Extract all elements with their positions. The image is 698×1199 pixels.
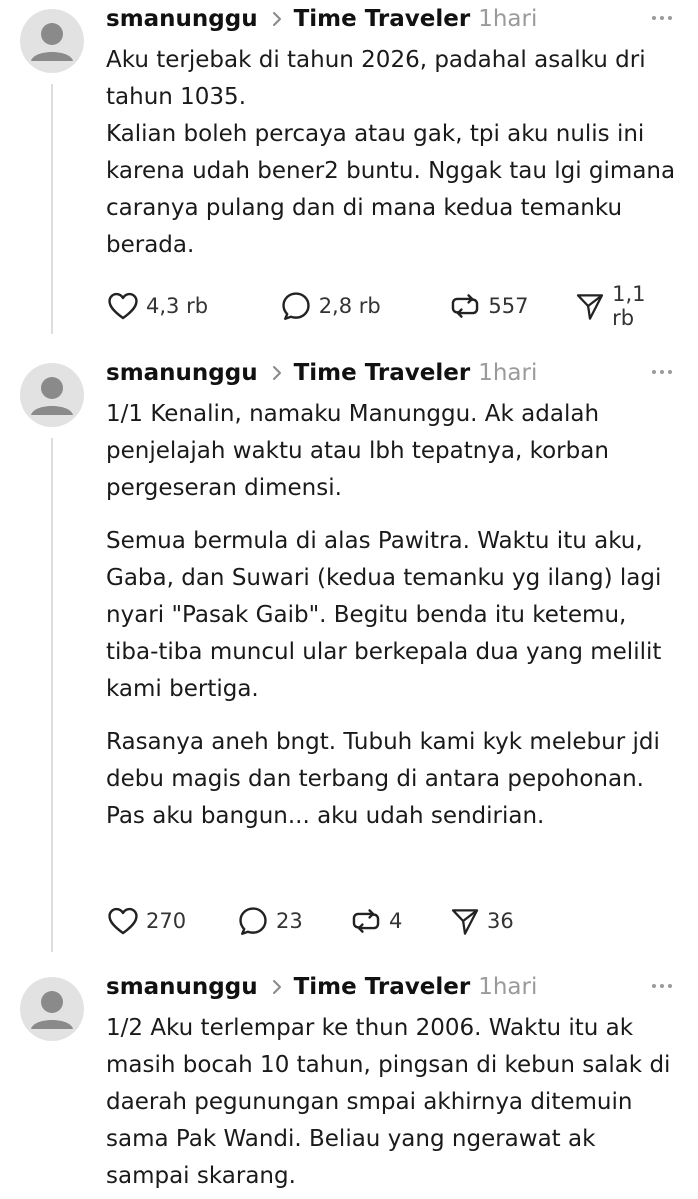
like-button[interactable]: 270 — [106, 904, 236, 938]
repost-icon — [352, 909, 380, 933]
thread: smanunggu Time Traveler 1hari Aku terjeb… — [0, 0, 698, 1199]
heart-icon — [108, 292, 138, 320]
default-avatar-icon — [31, 23, 73, 61]
like-count: 270 — [146, 909, 187, 933]
topic-tag[interactable]: Time Traveler — [294, 6, 471, 32]
repost-button[interactable]: 557 — [448, 289, 574, 323]
topic-tag[interactable]: Time Traveler — [294, 974, 471, 1000]
post-paragraph: 1/2 Aku terlempar ke thun 2006. Waktu it… — [106, 1015, 671, 1189]
post-time: 1hari — [478, 974, 538, 1000]
username[interactable]: smanunggu — [106, 974, 258, 1000]
repost-button[interactable]: 4 — [349, 904, 449, 938]
post-actions: 270 23 4 36 — [106, 901, 674, 941]
heart-icon — [108, 907, 138, 935]
post-paragraph: Aku terjebak di tahun 2026, padahal asal… — [106, 47, 646, 110]
avatar[interactable] — [20, 977, 84, 1041]
repost-icon — [452, 294, 479, 318]
chevron-right-icon — [272, 365, 282, 381]
comment-icon — [239, 907, 267, 935]
like-button[interactable]: 4,3 rb — [106, 289, 279, 323]
post-body: 1/1 Kenalin, namaku Manunggu. Ak adalah … — [106, 396, 680, 835]
more-options-icon[interactable] — [652, 370, 672, 374]
reply-button[interactable]: 2,8 rb — [279, 289, 449, 323]
thread-post: smanunggu Time Traveler 1hari 1/2 Aku te… — [0, 970, 698, 1199]
send-icon — [577, 294, 604, 320]
share-button[interactable]: 36 — [449, 905, 514, 937]
username[interactable]: smanunggu — [106, 6, 258, 32]
send-icon — [451, 909, 479, 935]
post-header: smanunggu Time Traveler 1hari — [106, 970, 698, 1004]
repost-count: 557 — [488, 294, 529, 318]
post-header: smanunggu Time Traveler 1hari — [106, 356, 698, 390]
post-time: 1hari — [478, 6, 538, 32]
more-options-icon[interactable] — [652, 16, 672, 20]
post-time: 1hari — [478, 360, 538, 386]
avatar[interactable] — [20, 9, 84, 73]
like-count: 4,3 rb — [146, 294, 209, 318]
thread-post: smanunggu Time Traveler 1hari Aku terjeb… — [0, 2, 698, 338]
post-actions: 4,3 rb 2,8 rb 557 1,1 rb — [106, 282, 674, 330]
share-count: 1,1 rb — [612, 282, 646, 330]
thread-connector-line — [51, 438, 53, 952]
share-button[interactable]: 1,1 rb — [574, 282, 674, 330]
post-paragraph: Rasanya aneh bngt. Tubuh kami kyk melebu… — [106, 729, 660, 829]
post-body: 1/2 Aku terlempar ke thun 2006. Waktu it… — [106, 1010, 680, 1195]
post-body: Aku terjebak di tahun 2026, padahal asal… — [106, 42, 680, 264]
thread-connector-line — [51, 84, 53, 334]
reply-count: 23 — [276, 909, 303, 933]
default-avatar-icon — [31, 991, 73, 1029]
chevron-right-icon — [272, 11, 282, 27]
topic-tag[interactable]: Time Traveler — [294, 360, 471, 386]
default-avatar-icon — [31, 377, 73, 415]
comment-icon — [282, 292, 310, 320]
post-paragraph: 1/1 Kenalin, namaku Manunggu. Ak adalah … — [106, 401, 609, 501]
post-paragraph: Kalian boleh percaya atau gak, tpi aku n… — [106, 121, 676, 258]
share-count: 36 — [487, 909, 514, 933]
thread-post: smanunggu Time Traveler 1hari 1/1 Kenali… — [0, 356, 698, 956]
reply-count: 2,8 rb — [318, 294, 381, 318]
post-paragraph: Semua bermula di alas Pawitra. Waktu itu… — [106, 528, 662, 702]
more-options-icon[interactable] — [652, 984, 672, 988]
chevron-right-icon — [272, 979, 282, 995]
avatar[interactable] — [20, 363, 84, 427]
repost-count: 4 — [389, 909, 403, 933]
username[interactable]: smanunggu — [106, 360, 258, 386]
reply-button[interactable]: 23 — [236, 904, 349, 938]
post-header: smanunggu Time Traveler 1hari — [106, 2, 698, 36]
